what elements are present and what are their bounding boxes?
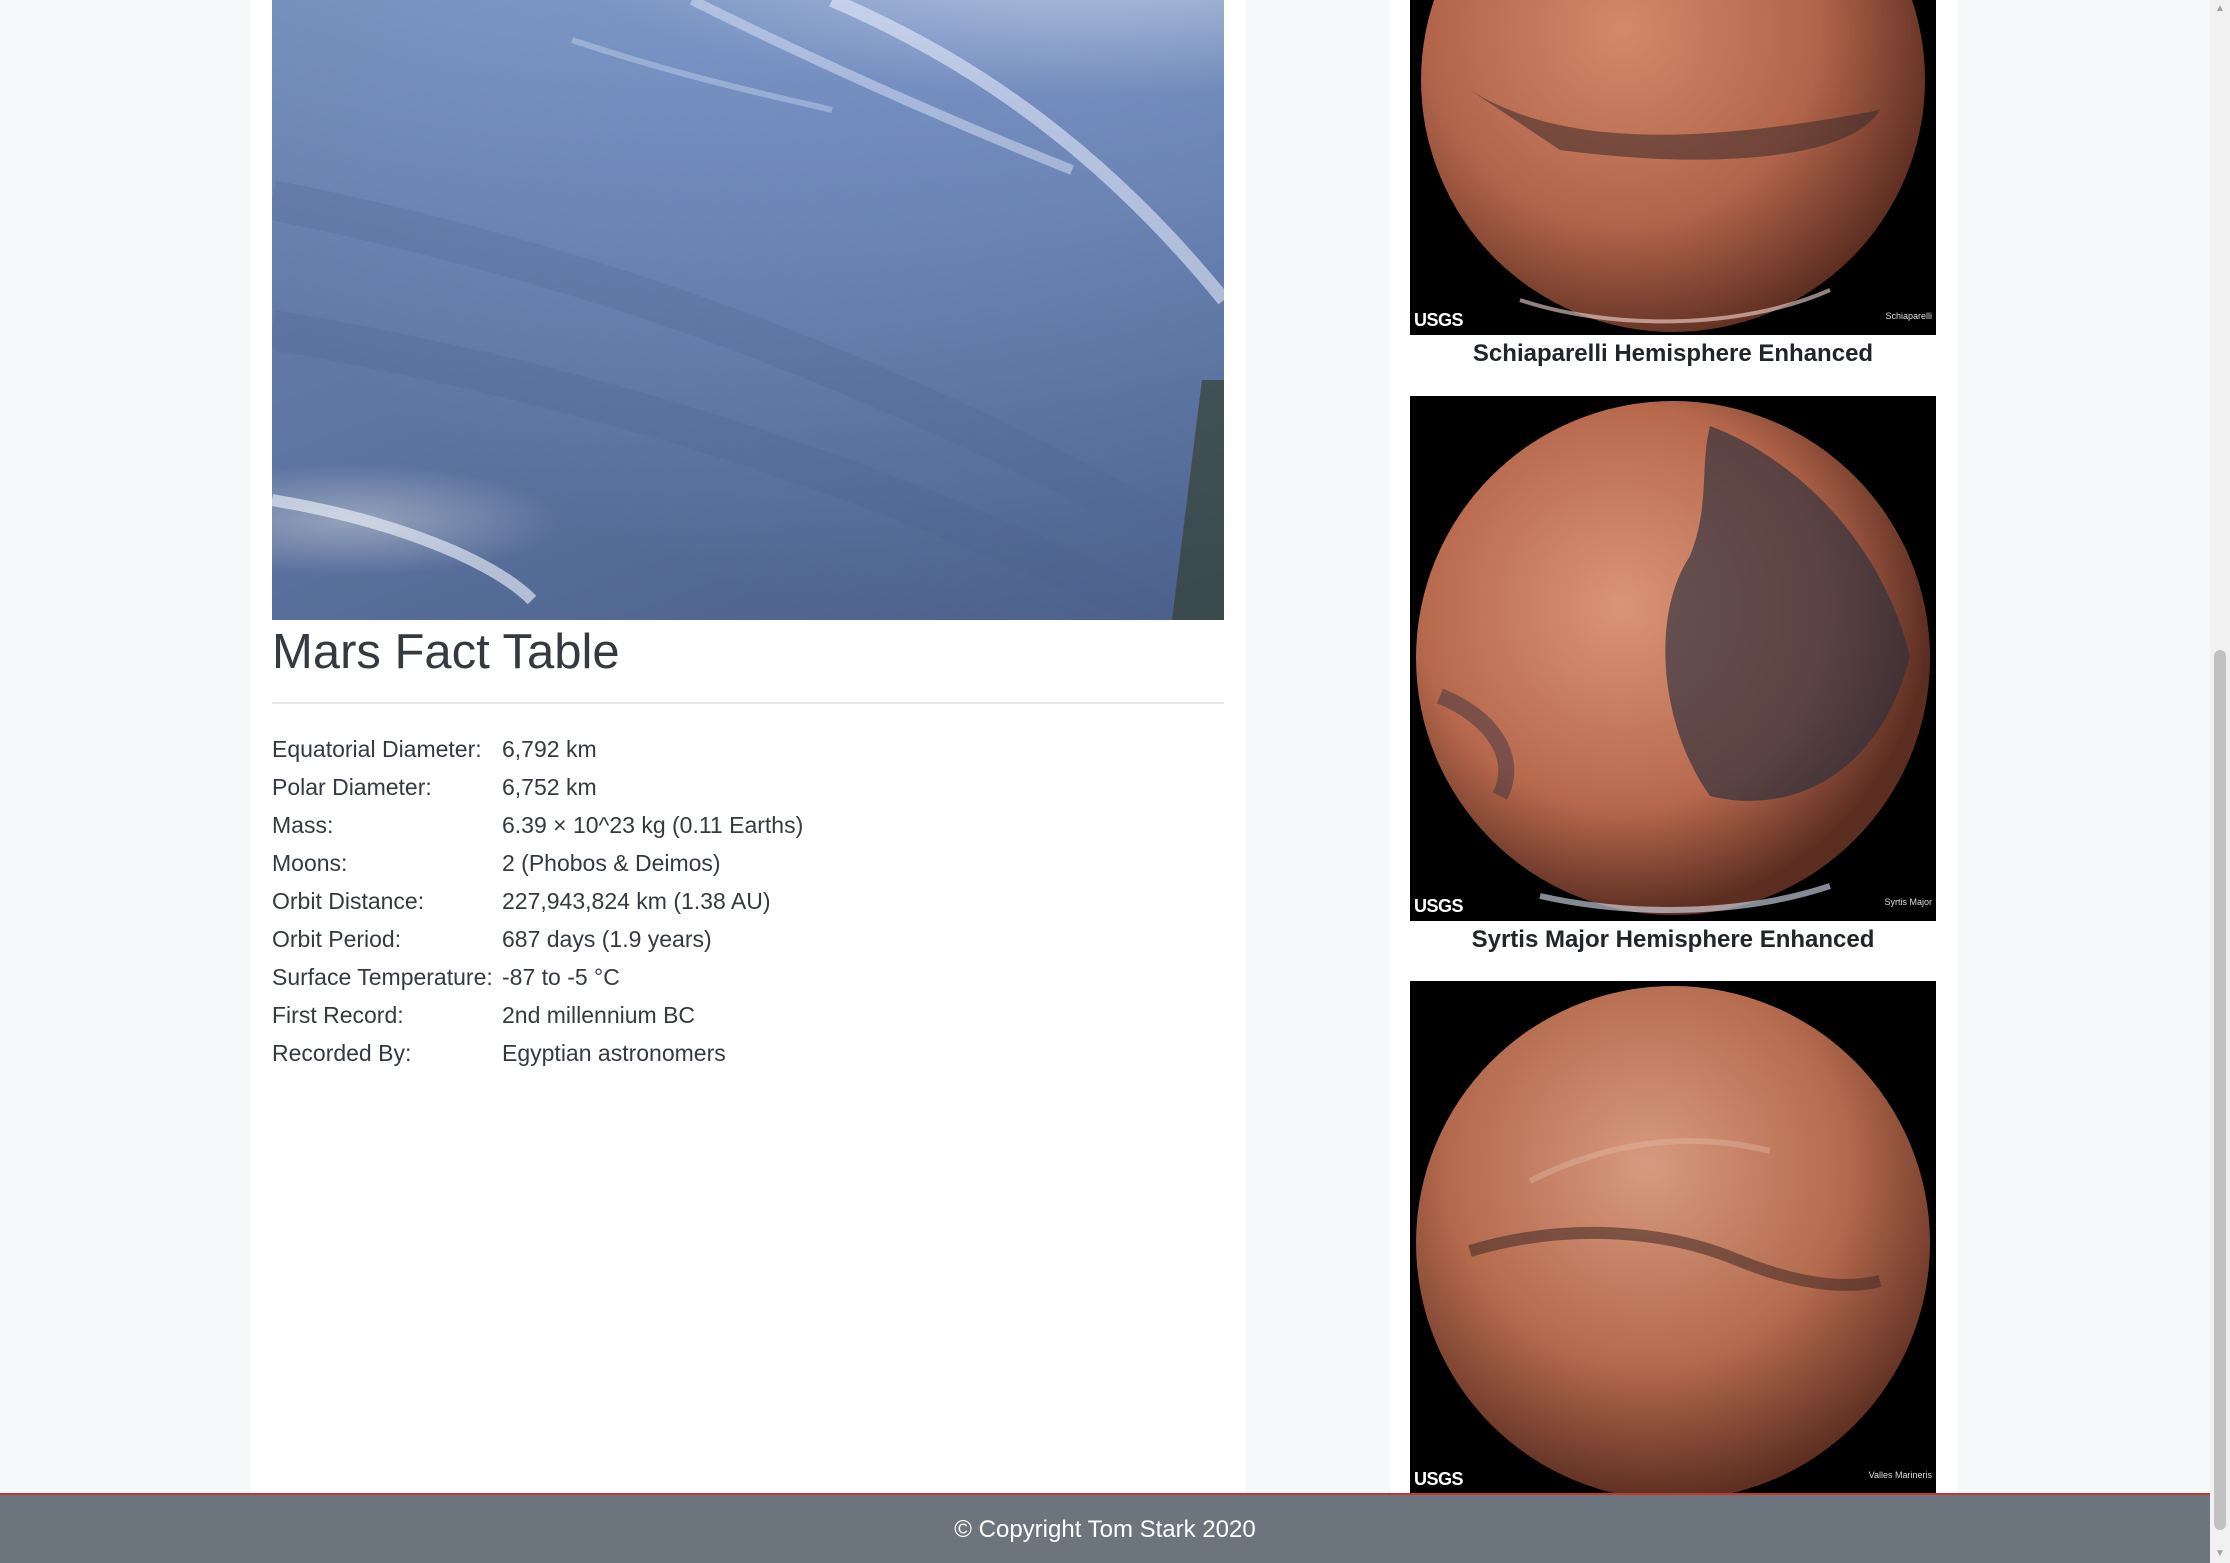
scrollbar[interactable]: ▲ ▼ bbox=[2210, 0, 2230, 1563]
fact-value: Egyptian astronomers bbox=[502, 1039, 726, 1066]
table-row: Surface Temperature: -87 to -5 °C bbox=[272, 958, 803, 996]
mars-globe-icon bbox=[1421, 0, 1925, 332]
fact-label: Equatorial Diameter: bbox=[272, 735, 482, 762]
hemisphere-tag: Syrtis Major bbox=[1884, 897, 1932, 907]
fact-value: 6.39 × 10^23 kg (0.11 Earths) bbox=[502, 811, 804, 838]
scrollbar-thumb[interactable] bbox=[2214, 650, 2226, 1530]
usgs-logo: USGS bbox=[1414, 896, 1464, 916]
page: Mars Fact Table Equatorial Diameter: 6,79… bbox=[0, 0, 2230, 1563]
fact-label: Recorded By: bbox=[272, 1039, 412, 1066]
fact-label: Moons: bbox=[272, 849, 348, 876]
table-row: Polar Diameter: 6,752 km bbox=[272, 768, 803, 806]
featured-image-art bbox=[272, 0, 1224, 620]
table-row: Recorded By: Egyptian astronomers bbox=[272, 1034, 803, 1072]
mars-globe-icon bbox=[1416, 986, 1930, 1494]
table-row: Orbit Distance: 227,943,824 km (1.38 AU) bbox=[272, 882, 803, 920]
table-row: Mass: 6.39 × 10^23 kg (0.11 Earths) bbox=[272, 806, 803, 844]
mars-globe-icon bbox=[1416, 401, 1930, 915]
scroll-up-icon[interactable]: ▲ bbox=[2213, 2, 2227, 16]
table-row: Orbit Period: 687 days (1.9 years) bbox=[272, 920, 803, 958]
fact-value: -87 to -5 °C bbox=[502, 963, 620, 990]
hemisphere-title[interactable]: Syrtis Major Hemisphere Enhanced bbox=[1410, 926, 1936, 954]
scroll-down-icon[interactable]: ▼ bbox=[2213, 1547, 2227, 1561]
fact-label: First Record: bbox=[272, 1001, 404, 1028]
hemisphere-image-schiaparelli[interactable]: USGS Schiaparelli bbox=[1410, 0, 1936, 335]
fact-value: 6,752 km bbox=[502, 773, 597, 800]
fact-table-title: Mars Fact Table bbox=[272, 625, 620, 679]
hemisphere-tag: Valles Marineris bbox=[1868, 1470, 1932, 1480]
table-row: First Record: 2nd millennium BC bbox=[272, 996, 803, 1034]
fact-label: Surface Temperature: bbox=[272, 963, 493, 990]
usgs-logo: USGS bbox=[1414, 310, 1464, 330]
hemisphere-image-valles-marineris[interactable]: USGS Valles Marineris bbox=[1410, 981, 1936, 1494]
fact-label: Mass: bbox=[272, 811, 334, 838]
fact-label: Polar Diameter: bbox=[272, 773, 432, 800]
divider bbox=[272, 702, 1224, 704]
usgs-logo: USGS bbox=[1414, 1469, 1464, 1489]
fact-value: 2nd millennium BC bbox=[502, 1001, 696, 1028]
table-row: Moons: 2 (Phobos & Deimos) bbox=[272, 844, 803, 882]
table-row: Equatorial Diameter: 6,792 km bbox=[272, 730, 803, 768]
footer-copyright: © Copyright Tom Stark 2020 bbox=[954, 1516, 1256, 1543]
fact-label: Orbit Distance: bbox=[272, 887, 425, 914]
fact-value: 687 days (1.9 years) bbox=[502, 925, 712, 952]
hemisphere-tag: Schiaparelli bbox=[1885, 311, 1932, 321]
fact-value: 2 (Phobos & Deimos) bbox=[502, 849, 721, 876]
mars-fact-table: Equatorial Diameter: 6,792 km Polar Diame… bbox=[272, 730, 803, 1072]
footer: © Copyright Tom Stark 2020 bbox=[0, 1493, 2210, 1563]
hemisphere-image-syrtis-major[interactable]: USGS Syrtis Major bbox=[1410, 396, 1936, 921]
left-column: Mars Fact Table Equatorial Diameter: 6,79… bbox=[250, 0, 1246, 1494]
hemispheres-column: USGS Schiaparelli Schiaparelli Hemispher… bbox=[1390, 0, 1958, 1494]
featured-image[interactable] bbox=[272, 0, 1224, 620]
hemisphere-title[interactable]: Schiaparelli Hemisphere Enhanced bbox=[1410, 340, 1936, 368]
fact-value: 227,943,824 km (1.38 AU) bbox=[502, 887, 771, 914]
fact-value: 6,792 km bbox=[502, 735, 597, 762]
fact-label: Orbit Period: bbox=[272, 925, 402, 952]
